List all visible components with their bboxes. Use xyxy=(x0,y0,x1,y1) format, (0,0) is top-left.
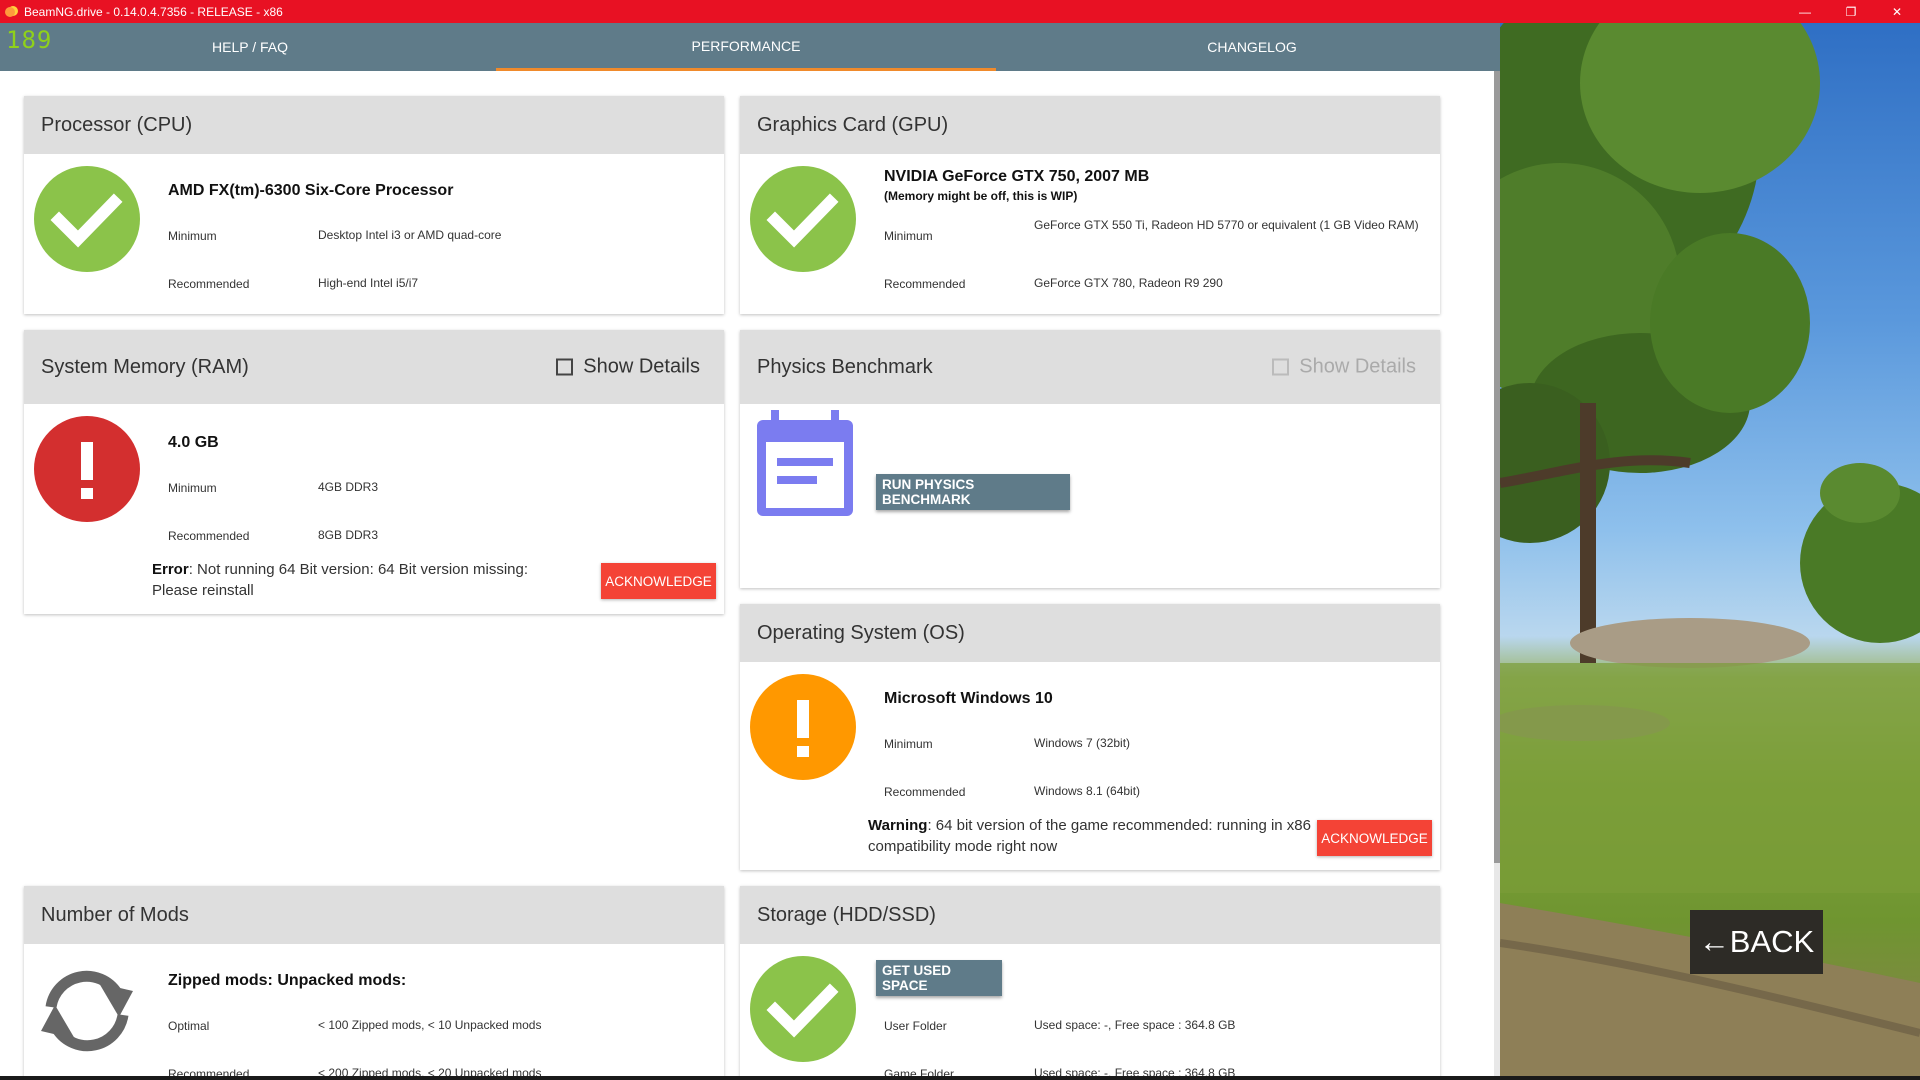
cpu-card-title: Processor (CPU) xyxy=(24,96,724,154)
get-used-space-button[interactable]: GET USED SPACE xyxy=(876,960,1002,996)
gpu-rec-label: Recommended xyxy=(884,277,966,291)
window-titlebar: BeamNG.drive - 0.14.0.4.7356 - RELEASE -… xyxy=(0,0,1920,23)
app-logo-icon xyxy=(4,5,18,19)
show-details-label[interactable]: Show Details xyxy=(583,356,700,379)
gpu-note: (Memory might be off, this is WIP) xyxy=(884,189,1078,203)
ram-min-label: Minimum xyxy=(168,481,217,495)
close-icon[interactable]: ✕ xyxy=(1874,0,1920,23)
mods-optimal-value: < 100 Zipped mods, < 10 Unpacked mods xyxy=(318,1018,542,1032)
window-controls: — ❐ ✕ xyxy=(1782,0,1920,23)
gpu-card: Graphics Card (GPU) NVIDIA GeForce GTX 7… xyxy=(740,96,1440,314)
os-card-title: Operating System (OS) xyxy=(740,604,1440,662)
tab-performance[interactable]: PERFORMANCE xyxy=(496,23,996,71)
warning-text: : 64 bit version of the game recommended… xyxy=(868,817,1311,855)
ram-card-title: System Memory (RAM) xyxy=(41,355,249,378)
storage-card-title: Storage (HDD/SSD) xyxy=(740,886,1440,944)
mods-value: Zipped mods: Unpacked mods: xyxy=(168,972,407,989)
ram-acknowledge-button[interactable]: ACKNOWLEDGE xyxy=(601,563,716,599)
error-text: : Not running 64 Bit version: 64 Bit ver… xyxy=(152,561,529,599)
tab-changelog[interactable]: CHANGELOG xyxy=(1002,23,1500,71)
status-ok-icon xyxy=(750,166,856,272)
cpu-min-label: Minimum xyxy=(168,229,217,243)
gpu-min-label: Minimum xyxy=(884,229,933,243)
restore-icon[interactable]: ❐ xyxy=(1828,0,1874,23)
minimize-icon[interactable]: — xyxy=(1782,0,1828,23)
ram-error-message: Error: Not running 64 Bit version: 64 Bi… xyxy=(152,559,572,601)
tab-help-faq[interactable]: HELP / FAQ xyxy=(0,23,500,71)
ram-card: System Memory (RAM) Show Details 4.0 GB … xyxy=(24,330,724,614)
mods-card-title: Number of Mods xyxy=(24,886,724,944)
ram-rec-label: Recommended xyxy=(168,529,250,543)
mods-card: Number of Mods Zipped mods: Unpacked mod… xyxy=(24,886,724,1080)
storage-user-label: User Folder xyxy=(884,1019,947,1033)
gpu-card-title: Graphics Card (GPU) xyxy=(740,96,1440,154)
error-prefix: Error xyxy=(152,561,189,578)
physics-card: Physics Benchmark Show Details RUN PHYSI… xyxy=(740,330,1440,588)
os-value: Microsoft Windows 10 xyxy=(884,690,1053,707)
notes-icon xyxy=(755,410,855,520)
ram-value: 4.0 GB xyxy=(168,434,219,451)
status-warning-icon xyxy=(750,674,856,780)
status-ok-icon xyxy=(750,956,856,1062)
window-title: BeamNG.drive - 0.14.0.4.7356 - RELEASE -… xyxy=(24,4,283,19)
gpu-min-value: GeForce GTX 550 Ti, Radeon HD 5770 or eq… xyxy=(1034,218,1419,232)
os-min-value: Windows 7 (32bit) xyxy=(1034,736,1131,750)
cpu-rec-label: Recommended xyxy=(168,277,250,291)
gpu-value: NVIDIA GeForce GTX 750, 2007 MB xyxy=(884,168,1150,185)
ram-rec-value: 8GB DDR3 xyxy=(318,528,379,542)
back-button[interactable]: ←BACK xyxy=(1690,910,1823,974)
ram-show-details-checkbox[interactable]: Show Details xyxy=(556,356,700,379)
storage-card: Storage (HDD/SSD) GET USED SPACE User Fo… xyxy=(740,886,1440,1080)
os-warning-message: Warning: 64 bit version of the game reco… xyxy=(868,815,1313,857)
ram-min-value: 4GB DDR3 xyxy=(318,480,379,494)
run-physics-benchmark-button[interactable]: RUN PHYSICS BENCHMARK xyxy=(876,474,1070,510)
ram-card-header: System Memory (RAM) Show Details xyxy=(24,330,724,404)
physics-card-header: Physics Benchmark Show Details xyxy=(740,330,1440,404)
os-card: Operating System (OS) Microsoft Windows … xyxy=(740,604,1440,870)
status-ok-icon xyxy=(34,166,140,272)
os-min-label: Minimum xyxy=(884,737,933,751)
checkbox-icon[interactable] xyxy=(556,358,574,376)
physics-show-details-checkbox[interactable]: Show Details xyxy=(1272,356,1416,379)
physics-card-title: Physics Benchmark xyxy=(757,355,933,378)
tab-bar: 189 HELP / FAQ PERFORMANCE CHANGELOG xyxy=(0,23,1500,71)
storage-user-value: Used space: -, Free space : 364.8 GB xyxy=(1034,1018,1236,1032)
cpu-card: Processor (CPU) AMD FX(tm)-6300 Six-Core… xyxy=(24,96,724,314)
cpu-value: AMD FX(tm)-6300 Six-Core Processor xyxy=(168,182,454,199)
gpu-rec-value: GeForce GTX 780, Radeon R9 290 xyxy=(1034,276,1223,290)
show-details-label[interactable]: Show Details xyxy=(1299,356,1416,379)
os-acknowledge-button[interactable]: ACKNOWLEDGE xyxy=(1317,820,1432,856)
performance-panel: 189 HELP / FAQ PERFORMANCE CHANGELOG Pro… xyxy=(0,23,1500,1080)
mods-optimal-label: Optimal xyxy=(168,1019,210,1033)
os-rec-value: Windows 8.1 (64bit) xyxy=(1034,784,1141,798)
sync-icon xyxy=(29,961,145,1061)
cpu-min-value: Desktop Intel i3 or AMD quad-core xyxy=(318,228,502,242)
checkbox-icon[interactable] xyxy=(1272,358,1290,376)
status-error-icon xyxy=(34,416,140,522)
cpu-rec-value: High-end Intel i5/i7 xyxy=(318,276,419,290)
bottom-strip xyxy=(0,1076,1920,1080)
warning-prefix: Warning xyxy=(868,817,928,834)
os-rec-label: Recommended xyxy=(884,785,966,799)
